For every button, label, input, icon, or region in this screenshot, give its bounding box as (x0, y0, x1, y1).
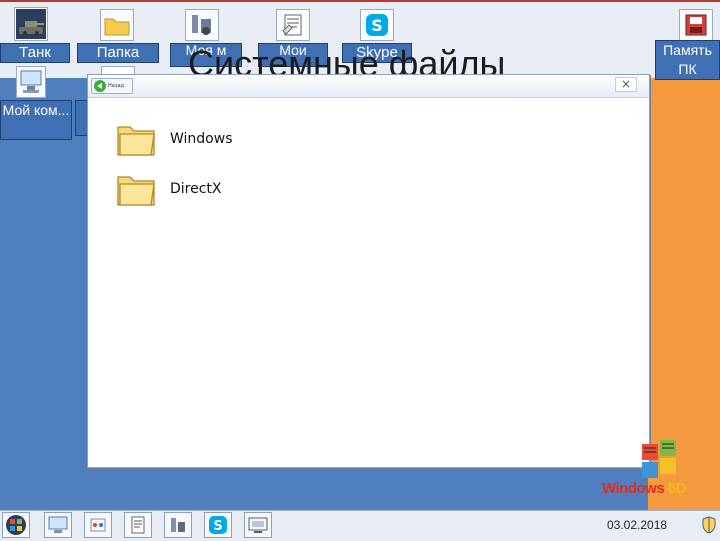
windows-logo-main: Windows (602, 480, 665, 497)
skype-icon[interactable]: S (204, 512, 232, 538)
desktop-icon-tank-label[interactable]: Танк (0, 43, 70, 63)
desktop-icon-computer-label[interactable]: Мой ком... (0, 100, 72, 140)
date-display: 03.02.2018 (607, 518, 668, 532)
folder-icon[interactable] (100, 9, 134, 41)
wrench-icon[interactable] (164, 512, 192, 538)
skype-icon[interactable]: S (360, 9, 394, 41)
desktop: Танк Папка Моя м Мои S Skype Память ПК М… (0, 0, 720, 541)
memory-icon[interactable] (679, 9, 713, 41)
computer-icon[interactable] (244, 512, 272, 538)
windows-logo-number: 8D (667, 480, 687, 497)
windows-logo-icon (642, 440, 676, 478)
folder-name: Windows (170, 131, 233, 147)
folder-item[interactable]: DirectX (114, 165, 374, 213)
window-titlebar[interactable]: Назад × (88, 75, 649, 98)
close-button[interactable]: × (615, 77, 637, 92)
folder-item[interactable]: Windows (114, 115, 374, 163)
shield-icon[interactable] (702, 516, 716, 534)
svg-text:S: S (213, 519, 222, 534)
tank-icon[interactable] (14, 7, 48, 41)
monitor-icon[interactable] (44, 512, 72, 538)
folder-icon (114, 167, 158, 211)
windows-start-icon[interactable] (2, 512, 30, 538)
documents-icon[interactable] (124, 512, 152, 538)
back-arrow-icon (94, 80, 106, 92)
desktop-icon-folder-label[interactable]: Папка (77, 43, 159, 63)
computer-icon[interactable] (16, 66, 46, 98)
music-icon[interactable] (185, 9, 219, 41)
explorer-window[interactable]: Назад × Windows DirectX (87, 74, 650, 468)
documents-icon[interactable] (276, 9, 310, 41)
desktop-icon-memory-label[interactable]: Память ПК (655, 40, 720, 80)
windows-logo-text: Windows 8D (602, 480, 687, 497)
folder-icon (114, 117, 158, 161)
tools-icon[interactable] (84, 512, 112, 538)
svg-text:S: S (371, 16, 383, 35)
folder-name: DirectX (170, 181, 222, 197)
back-button-label: Назад (108, 83, 125, 89)
back-button[interactable]: Назад (91, 78, 133, 94)
